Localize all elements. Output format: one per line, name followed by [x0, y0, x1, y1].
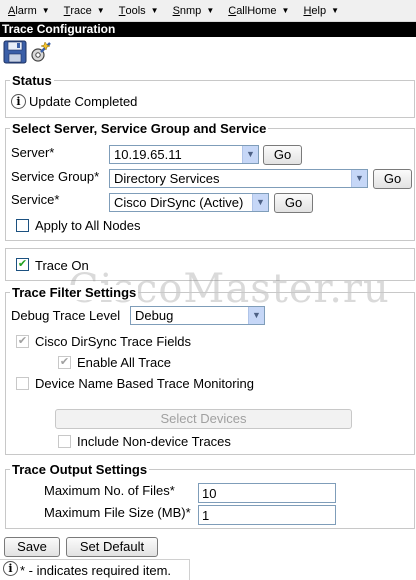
chevron-down-icon: ▼	[242, 146, 258, 163]
save-button[interactable]: Save	[4, 537, 60, 557]
menu-callhome[interactable]: CallHome ▼	[228, 5, 289, 17]
trace-filter-legend: Trace Filter Settings	[10, 285, 139, 300]
chevron-down-icon: ▼	[206, 6, 215, 15]
max-file-size-input[interactable]	[198, 505, 336, 525]
service-group-label: Service Group*	[11, 169, 100, 184]
device-monitoring-checkbox[interactable]	[16, 377, 29, 390]
dirsync-fields-label: Cisco DirSync Trace Fields	[35, 334, 192, 349]
chevron-down-icon: ▼	[331, 6, 340, 15]
apply-all-nodes-label: Apply to All Nodes	[35, 218, 141, 233]
service-group-go-button[interactable]: Go	[373, 169, 412, 189]
server-label: Server*	[11, 145, 55, 160]
menu-trace[interactable]: Trace ▼	[64, 5, 105, 17]
chevron-down-icon: ▼	[281, 6, 290, 15]
menu-alarm[interactable]: Alarm ▼	[8, 5, 50, 17]
menu-bar: Alarm ▼ Trace ▼ Tools ▼ Snmp ▼ CallHome ▼ Hel…	[0, 0, 416, 22]
chevron-down-icon: ▼	[351, 170, 367, 187]
menu-help[interactable]: Help ▼	[303, 5, 339, 17]
enable-all-trace-checkbox[interactable]: ✔	[58, 356, 71, 369]
info-icon: i	[3, 561, 18, 576]
max-files-label: Maximum No. of Files*	[44, 483, 175, 498]
status-legend: Status	[10, 73, 54, 88]
include-non-device-checkbox[interactable]	[58, 435, 71, 448]
dirsync-fields-checkbox[interactable]: ✔	[16, 335, 29, 348]
select-devices-button[interactable]: Select Devices	[55, 409, 352, 429]
debug-level-select[interactable]: Debug ▼	[130, 306, 265, 325]
floppy-disk-icon[interactable]	[3, 40, 27, 64]
service-label: Service*	[11, 192, 60, 207]
status-message: Update Completed	[29, 94, 138, 109]
chevron-down-icon: ▼	[41, 6, 50, 15]
max-files-input[interactable]	[198, 483, 336, 503]
chevron-down-icon: ▼	[252, 194, 268, 211]
apply-all-nodes-checkbox[interactable]	[16, 219, 29, 232]
chevron-down-icon: ▼	[248, 307, 264, 324]
service-select[interactable]: Cisco DirSync (Active) ▼	[109, 193, 269, 212]
enable-all-trace-label: Enable All Trace	[77, 355, 171, 370]
chevron-down-icon: ▼	[150, 6, 159, 15]
toolbar	[0, 38, 416, 66]
menu-tools[interactable]: Tools ▼	[119, 5, 159, 17]
server-section-legend: Select Server, Service Group and Service	[10, 121, 269, 136]
required-footnote: * - indicates required item.	[20, 563, 172, 578]
include-non-device-label: Include Non-device Traces	[77, 434, 231, 449]
chevron-down-icon: ▼	[96, 6, 105, 15]
trace-on-checkbox[interactable]: ✔	[16, 258, 29, 271]
page-title: Trace Configuration	[0, 22, 416, 37]
info-icon: i	[11, 94, 26, 109]
server-select[interactable]: 10.19.65.11 ▼	[109, 145, 259, 164]
trace-output-legend: Trace Output Settings	[10, 462, 150, 477]
menu-snmp[interactable]: Snmp ▼	[173, 5, 215, 17]
service-group-select[interactable]: Directory Services ▼	[109, 169, 368, 188]
max-file-size-label: Maximum File Size (MB)*	[44, 505, 191, 520]
gear-wand-icon[interactable]	[29, 40, 53, 64]
service-go-button[interactable]: Go	[274, 193, 313, 213]
set-default-button[interactable]: Set Default	[66, 537, 158, 557]
device-monitoring-label: Device Name Based Trace Monitoring	[35, 376, 254, 391]
server-go-button[interactable]: Go	[263, 145, 302, 165]
debug-level-label: Debug Trace Level	[11, 308, 121, 323]
